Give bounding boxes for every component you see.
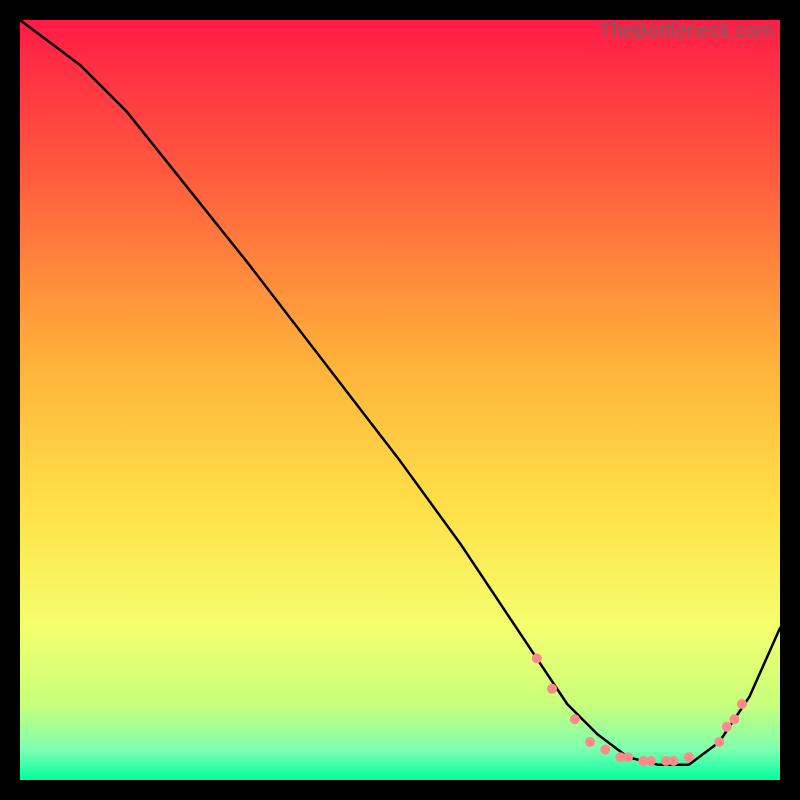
watermark-text: TheBottleneck.com [599,20,774,43]
highlight-marker [532,653,542,663]
highlight-marker [570,714,580,724]
highlight-marker [684,752,694,762]
highlight-marker [600,745,610,755]
highlight-marker [737,699,747,709]
highlight-marker [722,722,732,732]
highlight-marker [623,752,633,762]
gradient-background [20,20,780,780]
highlight-marker [729,714,739,724]
highlight-marker [714,737,724,747]
chart-frame: TheBottleneck.com [20,20,780,780]
highlight-marker [547,684,557,694]
highlight-marker [585,737,595,747]
highlight-marker [669,756,679,766]
bottleneck-chart [20,20,780,780]
highlight-marker [646,756,656,766]
